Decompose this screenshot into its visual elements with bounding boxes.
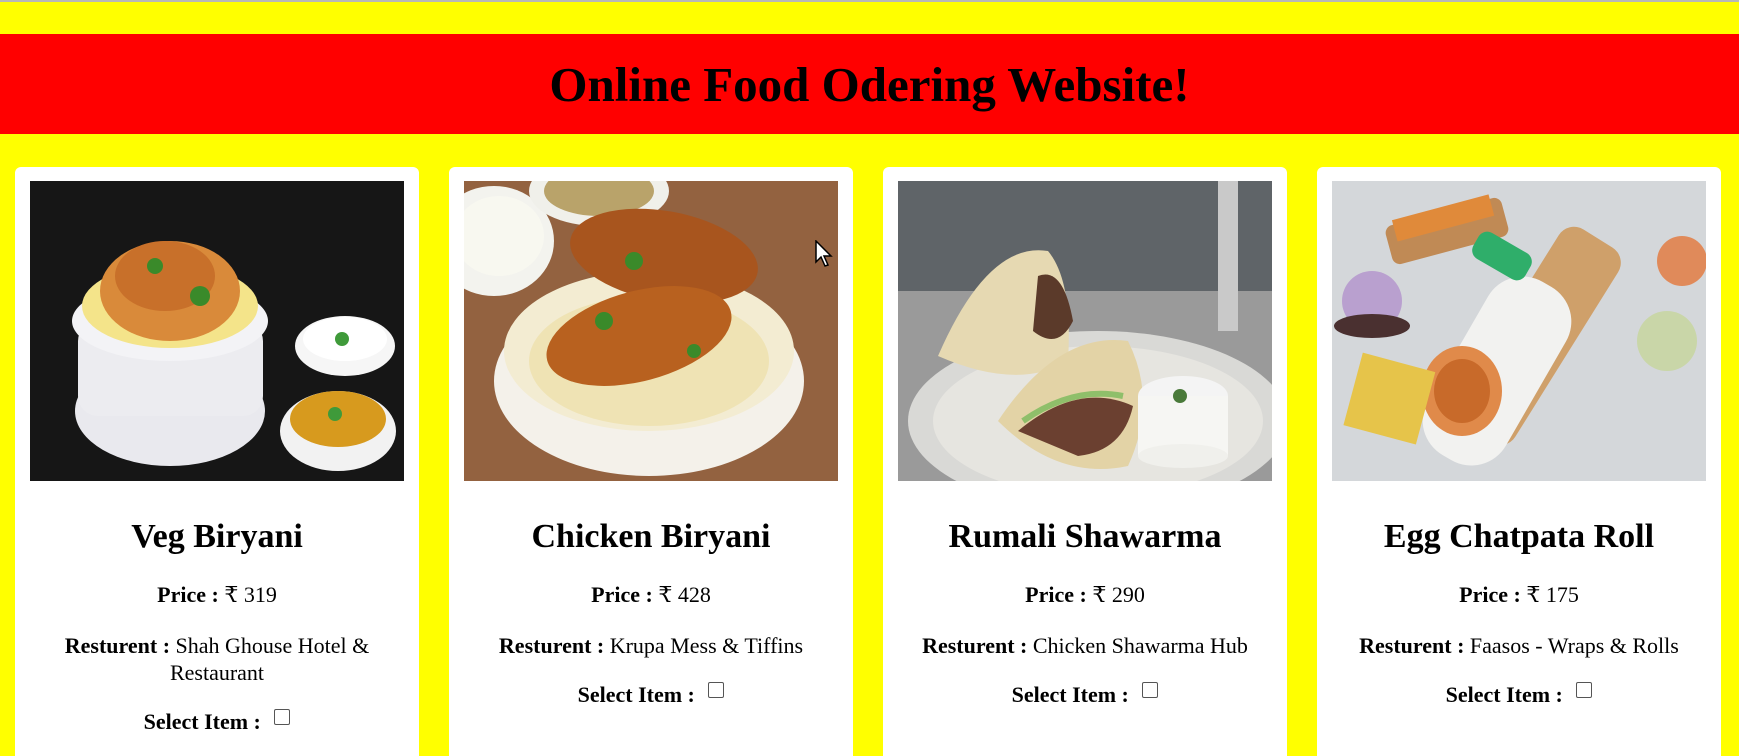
restaurant-label: Resturent : bbox=[1359, 633, 1465, 658]
select-item-checkbox[interactable] bbox=[1142, 682, 1159, 698]
page-title: Online Food Odering Website! bbox=[549, 56, 1190, 112]
chicken-biryani-image bbox=[464, 181, 838, 481]
restaurant-row: Resturent : Shah Ghouse Hotel & Restaura… bbox=[30, 632, 404, 686]
price-value: ₹ 428 bbox=[658, 582, 711, 607]
restaurant-value: Chicken Shawarma Hub bbox=[1032, 633, 1248, 658]
restaurant-label: Resturent : bbox=[922, 633, 1028, 658]
site-header: Online Food Odering Website! bbox=[0, 34, 1739, 134]
select-label: Select Item : bbox=[1445, 682, 1563, 707]
select-item-checkbox[interactable] bbox=[708, 682, 725, 698]
select-item-checkbox[interactable] bbox=[1576, 682, 1593, 698]
restaurant-row: Resturent : Faasos - Wraps & Rolls bbox=[1332, 632, 1706, 659]
veg-biryani-image bbox=[30, 181, 404, 481]
food-card: Rumali Shawarma Price : ₹ 290 Resturent … bbox=[883, 167, 1287, 756]
restaurant-value: Krupa Mess & Tiffins bbox=[609, 633, 804, 658]
select-row: Select Item : bbox=[1332, 681, 1706, 708]
food-card: Egg Chatpata Roll Price : ₹ 175 Resturen… bbox=[1317, 167, 1721, 756]
select-row: Select Item : bbox=[30, 708, 404, 735]
food-name: Veg Biryani bbox=[131, 518, 303, 555]
price-row: Price : ₹ 175 bbox=[1332, 581, 1706, 608]
select-label: Select Item : bbox=[577, 682, 695, 707]
top-border bbox=[0, 0, 1739, 2]
select-row: Select Item : bbox=[898, 681, 1272, 708]
price-value: ₹ 175 bbox=[1526, 582, 1579, 607]
food-card: Chicken Biryani Price : ₹ 428 Resturent … bbox=[449, 167, 853, 756]
select-label: Select Item : bbox=[1011, 682, 1129, 707]
price-label: Price : bbox=[157, 582, 219, 607]
price-value: ₹ 290 bbox=[1092, 582, 1145, 607]
restaurant-row: Resturent : Krupa Mess & Tiffins bbox=[464, 632, 838, 659]
egg-roll-image bbox=[1332, 181, 1706, 481]
restaurant-value: Faasos - Wraps & Rolls bbox=[1469, 633, 1679, 658]
food-name: Egg Chatpata Roll bbox=[1383, 518, 1655, 555]
restaurant-value: Shah Ghouse Hotel & Restaurant bbox=[169, 633, 370, 685]
restaurant-label: Resturent : bbox=[64, 633, 171, 658]
restaurant-label: Resturent : bbox=[498, 633, 605, 658]
price-row: Price : ₹ 290 bbox=[898, 581, 1272, 608]
mouse-pointer-icon bbox=[815, 239, 835, 273]
select-label: Select Item : bbox=[143, 709, 261, 734]
food-name: Rumali Shawarma bbox=[948, 518, 1222, 555]
price-value: ₹ 319 bbox=[224, 582, 277, 607]
select-row: Select Item : bbox=[464, 681, 838, 708]
select-item-checkbox[interactable] bbox=[274, 709, 291, 725]
price-label: Price : bbox=[591, 582, 653, 607]
price-row: Price : ₹ 428 bbox=[464, 581, 838, 608]
rumali-shawarma-image bbox=[898, 181, 1272, 481]
food-name: Chicken Biryani bbox=[531, 518, 771, 555]
price-row: Price : ₹ 319 bbox=[30, 581, 404, 608]
food-card-list: Veg Biryani Price : ₹ 319 Resturent : Sh… bbox=[15, 167, 1725, 756]
price-label: Price : bbox=[1459, 582, 1521, 607]
price-label: Price : bbox=[1025, 582, 1087, 607]
restaurant-row: Resturent : Chicken Shawarma Hub bbox=[898, 632, 1272, 659]
food-card: Veg Biryani Price : ₹ 319 Resturent : Sh… bbox=[15, 167, 419, 756]
